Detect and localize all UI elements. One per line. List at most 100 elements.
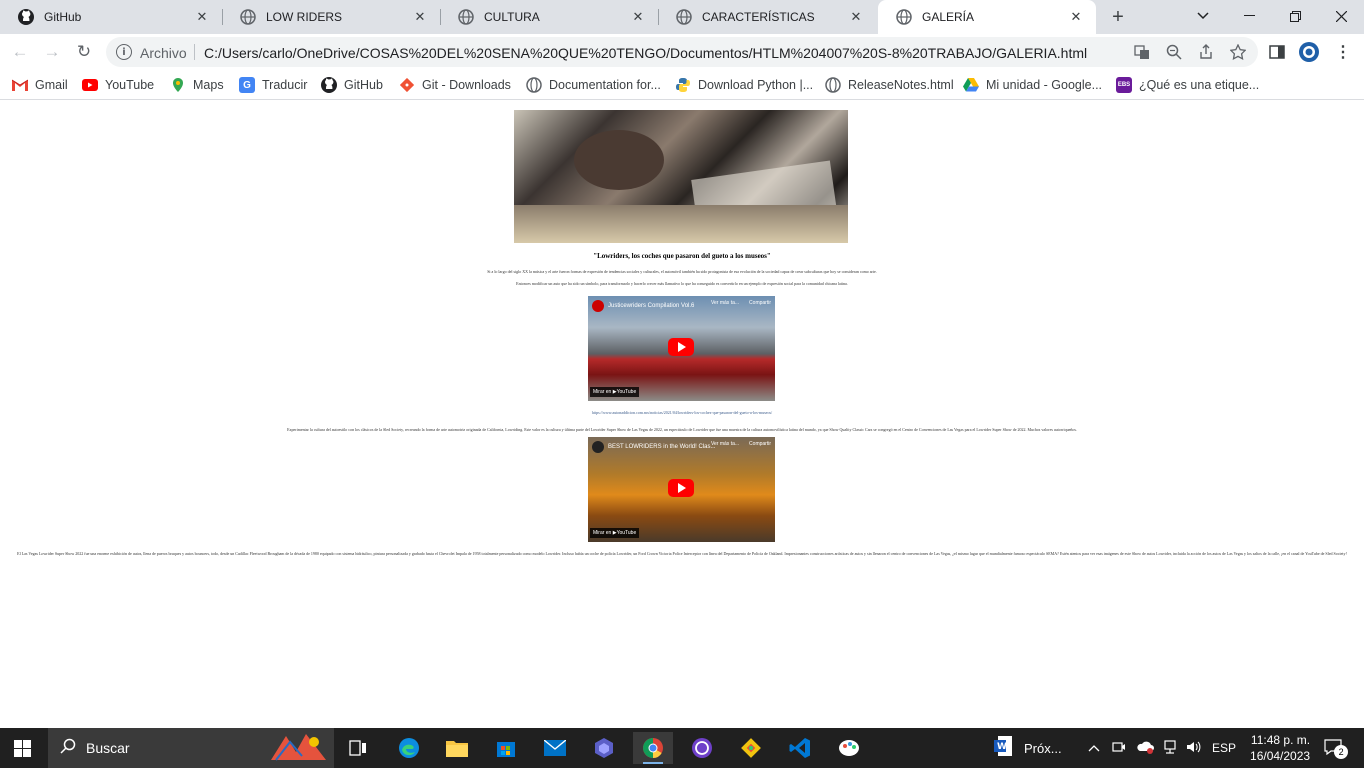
bookmark-releasenotes[interactable]: ReleaseNotes.html: [825, 76, 954, 94]
video-title: Justicewriders Compilation Vol.6: [608, 303, 695, 309]
clock-date: 16/04/2023: [1250, 749, 1311, 763]
tab-github[interactable]: GitHub ✕: [0, 0, 222, 34]
notification-count: 2: [1334, 744, 1349, 759]
url-text[interactable]: C:/Users/carlo/OneDrive/COSAS%20DEL%20SE…: [204, 45, 1087, 61]
address-separator: [194, 44, 195, 60]
bookmark-label: Documentation for...: [549, 78, 661, 92]
bookmark-label: Mi unidad - Google...: [986, 78, 1103, 92]
bookmark-label: YouTube: [105, 78, 155, 92]
bookmark-python[interactable]: Download Python |...: [675, 76, 813, 94]
restore-button[interactable]: [1272, 0, 1318, 32]
close-icon[interactable]: ✕: [412, 9, 428, 25]
chevron-up-icon[interactable]: [1088, 741, 1104, 755]
menu-kebab-icon[interactable]: ⋮: [1332, 41, 1354, 63]
share-button[interactable]: Compartir: [749, 441, 771, 447]
bookmark-github[interactable]: GitHub: [321, 76, 383, 94]
language-indicator[interactable]: ESP: [1212, 741, 1236, 755]
meet-now-icon[interactable]: [1112, 740, 1128, 757]
fourth-paragraph: El Las Vegas Lowrider Super Show 2022 fu…: [17, 551, 1347, 556]
bookmarks-bar: Gmail YouTube Maps G Traducir GitHub Git…: [0, 70, 1364, 100]
back-button[interactable]: ←: [8, 40, 32, 64]
share-icon[interactable]: [1196, 42, 1216, 62]
tab-search-chevron-icon[interactable]: [1180, 0, 1226, 32]
side-panel-icon[interactable]: [1266, 41, 1288, 63]
tab-title: CULTURA: [484, 10, 540, 24]
play-button-icon[interactable]: [668, 338, 694, 356]
bookmark-git-downloads[interactable]: Git - Downloads: [399, 76, 511, 94]
store-icon[interactable]: [486, 732, 526, 764]
next-label: Próx...: [1024, 740, 1062, 756]
video-title: BEST LOWRIDERS in the World! Clas...: [608, 444, 716, 450]
start-button[interactable]: [0, 728, 44, 768]
edge-icon[interactable]: [389, 732, 429, 764]
watch-later-button[interactable]: Ver más ta...: [711, 300, 739, 306]
youtube-video-embed-1[interactable]: Justicewriders Compilation Vol.6 Ver más…: [588, 296, 775, 401]
task-view-icon[interactable]: [338, 732, 378, 764]
info-icon[interactable]: i: [116, 44, 132, 60]
onedrive-icon[interactable]: [1136, 740, 1154, 757]
bookmark-documentation[interactable]: Documentation for...: [526, 76, 661, 94]
bookmark-maps[interactable]: Maps: [170, 76, 224, 94]
play-button-icon[interactable]: [668, 479, 694, 497]
close-icon[interactable]: ✕: [194, 9, 210, 25]
volume-icon[interactable]: [1186, 740, 1204, 757]
bookmark-traducir[interactable]: G Traducir: [239, 76, 307, 94]
tab-caracteristicas[interactable]: CARACTERÍSTICAS ✕: [658, 0, 876, 34]
bookmark-etiqueta[interactable]: EBS ¿Qué es una etique...: [1116, 76, 1259, 94]
close-icon[interactable]: ✕: [848, 9, 864, 25]
tab-title: GitHub: [44, 10, 82, 24]
windows-logo-icon: [13, 739, 31, 757]
git-kraken-icon[interactable]: [731, 732, 771, 764]
tab-strip: GitHub ✕ LOW RIDERS ✕ CULTURA ✕ CARACTER…: [0, 0, 1364, 34]
chrome-icon[interactable]: [633, 732, 673, 764]
drive-icon: [963, 77, 979, 93]
globe-icon: [526, 77, 542, 93]
paint-icon[interactable]: [829, 732, 869, 764]
bookmark-gmail[interactable]: Gmail: [12, 76, 68, 94]
close-icon[interactable]: ✕: [1068, 9, 1084, 25]
forward-button[interactable]: →: [40, 40, 64, 64]
file-explorer-icon[interactable]: [437, 732, 477, 764]
windows-taskbar: Buscar W Próx... ESP 11:48 p. m. 16/04/2…: [0, 728, 1364, 768]
zoom-icon[interactable]: [1164, 42, 1184, 62]
bookmark-youtube[interactable]: YouTube: [82, 76, 154, 94]
window-close-button[interactable]: [1318, 0, 1364, 32]
vscode-icon[interactable]: [780, 732, 820, 764]
close-icon[interactable]: ✕: [630, 9, 646, 25]
tab-low-riders[interactable]: LOW RIDERS ✕: [222, 0, 440, 34]
translate-icon[interactable]: [1132, 42, 1152, 62]
profile-avatar[interactable]: [1298, 41, 1320, 63]
minimize-button[interactable]: [1226, 0, 1272, 32]
taskbar-word-app[interactable]: W Próx...: [994, 732, 1074, 764]
tab-galeria[interactable]: GALERÍA ✕: [878, 0, 1096, 34]
intro-paragraph: Si a lo largo del siglo XX la música y e…: [487, 269, 877, 274]
watch-later-button[interactable]: Ver más ta...: [711, 441, 739, 447]
youtube-icon: [82, 77, 98, 93]
new-tab-button[interactable]: +: [1106, 5, 1130, 29]
bookmark-label: Traducir: [262, 78, 308, 92]
github-icon: [321, 77, 337, 93]
network-icon[interactable]: [1162, 739, 1178, 757]
reload-button[interactable]: ↻: [72, 40, 96, 64]
power-automate-icon[interactable]: [584, 732, 624, 764]
star-icon[interactable]: [1228, 42, 1248, 62]
taskbar-search[interactable]: Buscar: [48, 728, 334, 768]
clock[interactable]: 11:48 p. m. 16/04/2023: [1250, 732, 1310, 764]
address-bar[interactable]: i Archivo C:/Users/carlo/OneDrive/COSAS%…: [106, 37, 1258, 67]
gmail-icon: [12, 77, 28, 93]
bookmark-google-drive[interactable]: Mi unidad - Google...: [963, 76, 1102, 94]
browser-toolbar: ← → ↻ i Archivo C:/Users/carlo/OneDrive/…: [0, 34, 1364, 70]
watch-on-youtube-button[interactable]: Mirar en ▶YouTube: [590, 387, 640, 397]
notification-center-icon[interactable]: 2: [1324, 738, 1349, 759]
source-link[interactable]: https://www.autonaddicion.com.mx/noticia…: [0, 410, 1364, 415]
mail-icon[interactable]: [535, 732, 575, 764]
bookmark-label: Maps: [193, 78, 224, 92]
python-icon: [675, 77, 691, 93]
search-icon: [60, 738, 76, 759]
watch-on-youtube-button[interactable]: Mirar en ▶YouTube: [590, 528, 640, 538]
tab-cultura[interactable]: CULTURA ✕: [440, 0, 658, 34]
share-button[interactable]: Compartir: [749, 300, 771, 306]
tab-title: CARACTERÍSTICAS: [702, 10, 815, 24]
github-desktop-icon[interactable]: [682, 732, 722, 764]
youtube-video-embed-2[interactable]: BEST LOWRIDERS in the World! Clas... Ver…: [588, 437, 775, 542]
